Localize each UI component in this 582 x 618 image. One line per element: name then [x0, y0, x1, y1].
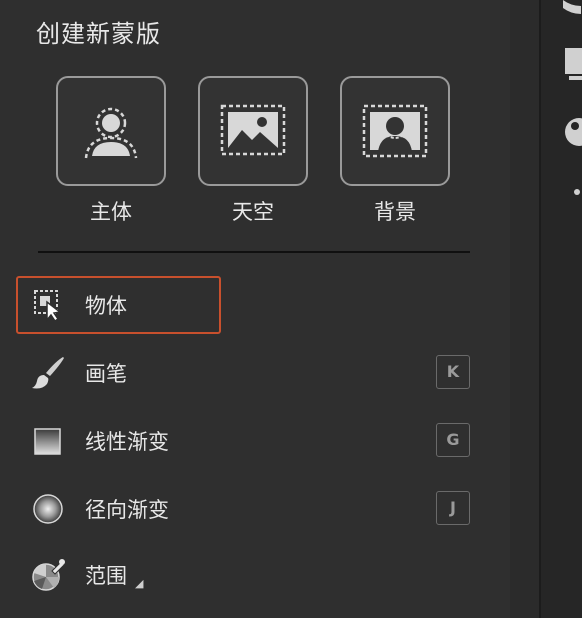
section-divider [38, 251, 470, 253]
create-mask-panel: 创建新蒙版 主体 天空 背景 物体 画笔 K 线性渐变 G 径向渐变 J 范围 … [0, 0, 510, 618]
tool-range-label: 范围 ◢ [85, 560, 143, 590]
monitor-icon[interactable] [565, 48, 582, 80]
tool-linear-gradient[interactable]: 线性渐变 G [16, 412, 486, 470]
tool-brush-label: 画笔 [85, 362, 127, 386]
mask-sky-label: 天空 [232, 200, 274, 224]
eye-partial-icon[interactable] [563, 0, 581, 14]
panel-title: 创建新蒙版 [36, 20, 161, 48]
tool-range[interactable]: 范围 ◢ [16, 546, 486, 604]
brush-shortcut-key: K [436, 355, 470, 389]
mask-subject-label: 主体 [90, 200, 132, 224]
tool-brush[interactable]: 画笔 K [16, 344, 486, 402]
subject-icon [84, 107, 138, 159]
panel-gutter [510, 0, 540, 618]
sky-icon [220, 104, 286, 156]
background-icon [362, 104, 428, 158]
dropdown-caret-icon[interactable]: ◢ [135, 577, 143, 590]
radial-gradient-shortcut-key: J [436, 491, 470, 525]
masking-panel-window: 创建新蒙版 主体 天空 背景 物体 画笔 K 线性渐变 G 径向渐变 J 范围 … [0, 0, 582, 618]
right-toolbar [541, 0, 582, 618]
brush-icon [32, 357, 64, 389]
radial-gradient-icon [33, 494, 63, 524]
range-icon [32, 559, 65, 591]
mask-sky-button[interactable] [198, 76, 308, 186]
color-mix-icon[interactable] [565, 118, 582, 146]
mask-background-button[interactable] [340, 76, 450, 186]
range-label-text: 范围 [85, 564, 127, 588]
mask-subject-button[interactable] [56, 76, 166, 186]
mask-background-label: 背景 [374, 200, 416, 224]
tool-object[interactable]: 物体 [16, 276, 221, 334]
tool-radial-gradient[interactable]: 径向渐变 J [16, 480, 486, 538]
linear-gradient-shortcut-key: G [436, 423, 470, 457]
tool-radial-gradient-label: 径向渐变 [85, 498, 169, 522]
object-select-icon [34, 290, 62, 323]
linear-gradient-icon [34, 428, 61, 455]
tool-object-label: 物体 [85, 294, 127, 318]
more-options-icon[interactable] [574, 189, 580, 195]
tool-linear-gradient-label: 线性渐变 [85, 430, 169, 454]
right-toolbar-icons [563, 0, 582, 195]
